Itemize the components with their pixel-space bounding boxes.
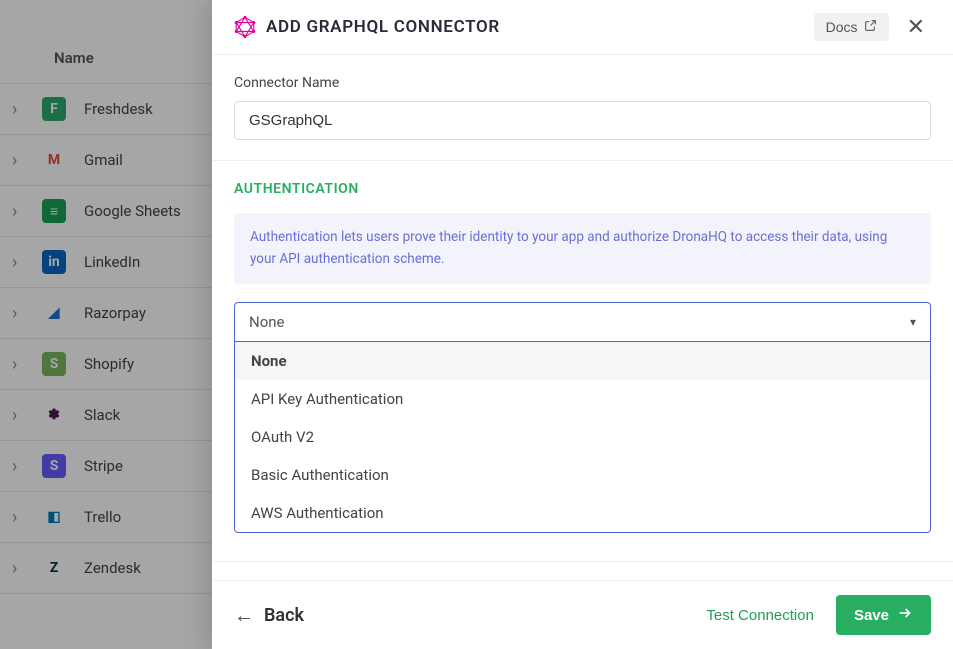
close-button[interactable]: ✕ bbox=[901, 10, 931, 44]
docs-button-label: Docs bbox=[826, 19, 858, 35]
arrow-right-icon bbox=[897, 605, 913, 625]
connector-name-label: Connector Name bbox=[234, 75, 931, 91]
save-button-label: Save bbox=[854, 607, 889, 624]
auth-type-option[interactable]: Basic Authentication bbox=[235, 456, 930, 494]
close-icon: ✕ bbox=[907, 14, 925, 39]
auth-type-option[interactable]: API Key Authentication bbox=[235, 380, 930, 418]
connector-name-input[interactable] bbox=[234, 101, 931, 140]
add-graphql-connector-panel: ADD GRAPHQL CONNECTOR Docs ✕ Connector N… bbox=[212, 0, 953, 649]
authentication-section: AUTHENTICATION Authentication lets users… bbox=[212, 161, 953, 562]
auth-type-dropdown: NoneAPI Key AuthenticationOAuth V2Basic … bbox=[234, 342, 931, 533]
panel-header: ADD GRAPHQL CONNECTOR Docs ✕ bbox=[212, 0, 953, 55]
auth-type-option[interactable]: AWS Authentication bbox=[235, 494, 930, 532]
back-button[interactable]: ← Back bbox=[234, 603, 304, 628]
authentication-heading: AUTHENTICATION bbox=[234, 181, 931, 197]
connector-name-section: Connector Name bbox=[212, 55, 953, 161]
chevron-down-icon: ▾ bbox=[910, 315, 916, 329]
save-button[interactable]: Save bbox=[836, 595, 931, 635]
arrow-left-icon: ← bbox=[234, 603, 254, 628]
panel-title-text: ADD GRAPHQL CONNECTOR bbox=[266, 17, 500, 37]
auth-type-option[interactable]: None bbox=[235, 342, 930, 380]
authentication-info-banner: Authentication lets users prove their id… bbox=[234, 213, 931, 284]
docs-button[interactable]: Docs bbox=[814, 13, 889, 41]
test-connection-button[interactable]: Test Connection bbox=[694, 599, 826, 632]
auth-type-select[interactable]: None ▾ NoneAPI Key AuthenticationOAuth V… bbox=[234, 302, 931, 533]
auth-type-select-display[interactable]: None ▾ bbox=[234, 302, 931, 342]
auth-type-selected-value: None bbox=[249, 313, 285, 331]
graphql-icon bbox=[234, 16, 256, 38]
test-connection-label: Test Connection bbox=[706, 607, 814, 624]
panel-title: ADD GRAPHQL CONNECTOR bbox=[234, 16, 802, 38]
panel-footer: ← Back Test Connection Save bbox=[212, 580, 953, 649]
auth-type-option[interactable]: OAuth V2 bbox=[235, 418, 930, 456]
external-link-icon bbox=[864, 19, 877, 35]
panel-body: Connector Name AUTHENTICATION Authentica… bbox=[212, 55, 953, 580]
back-button-label: Back bbox=[264, 605, 304, 626]
